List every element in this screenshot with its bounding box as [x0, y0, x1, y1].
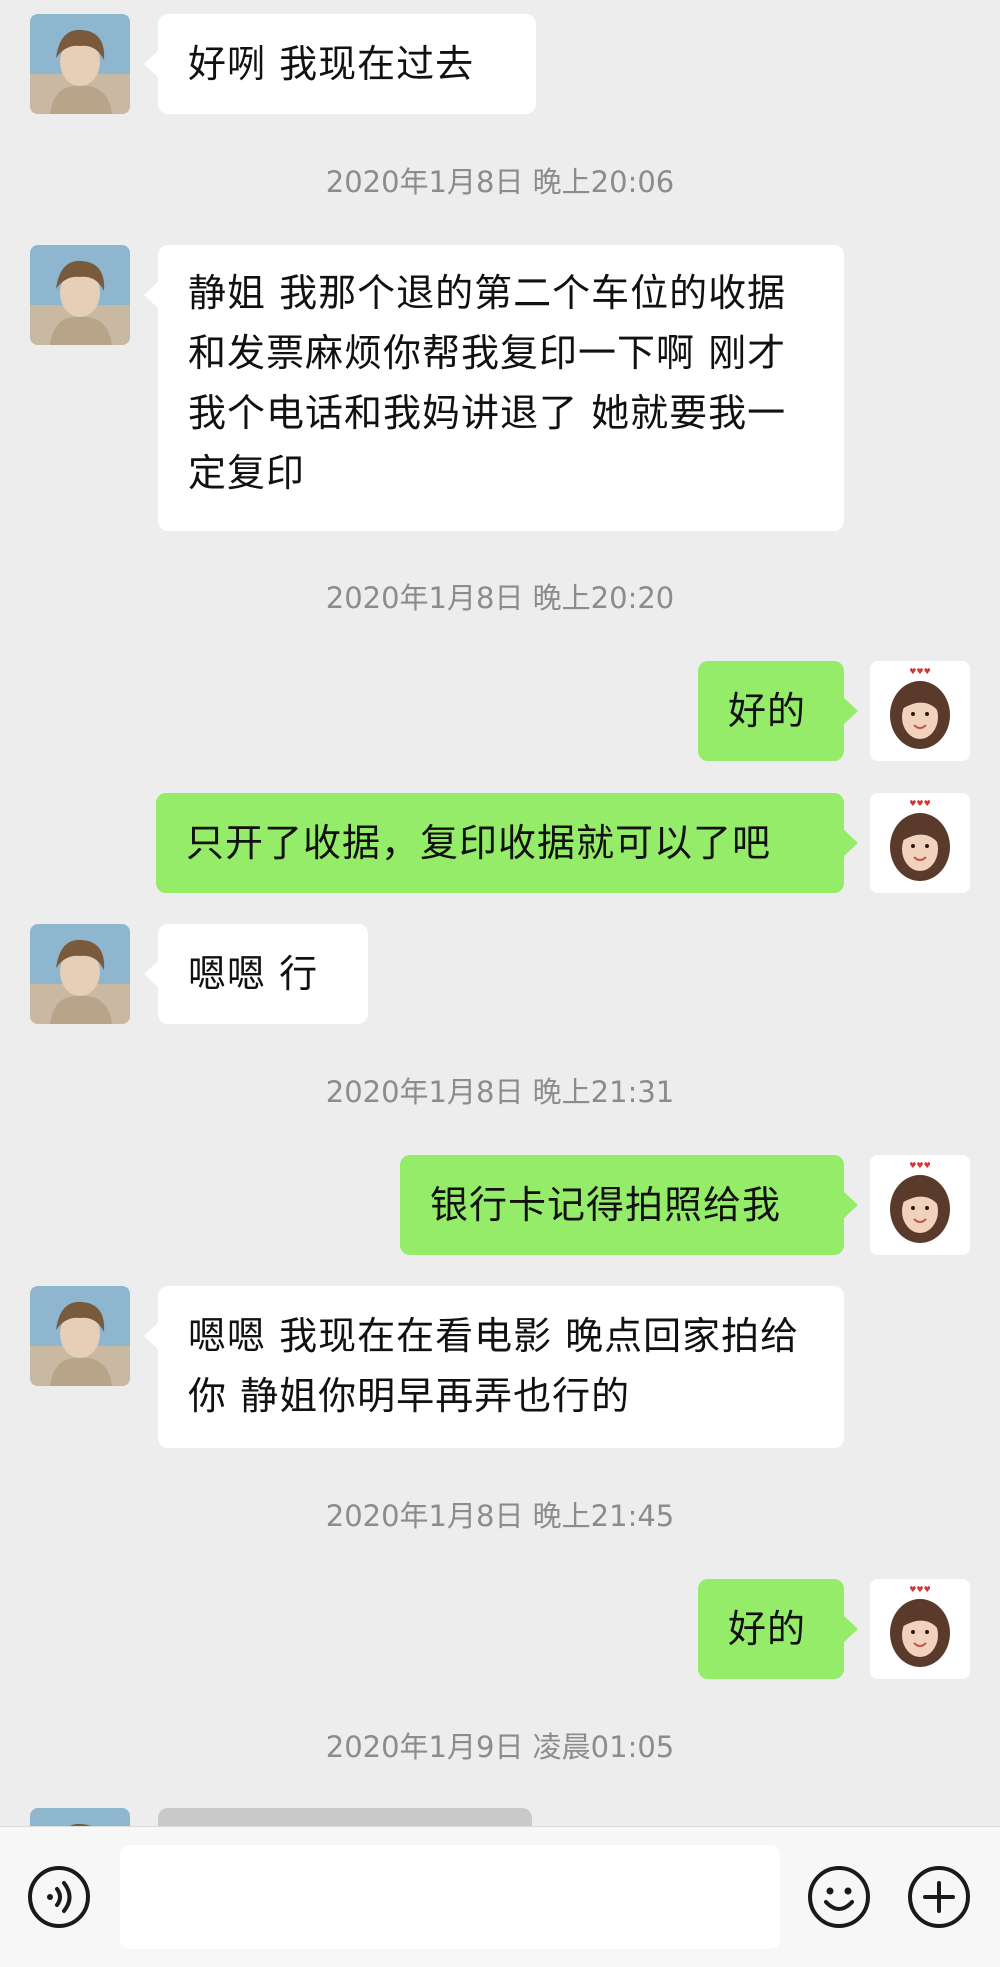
- message-bubble-incoming[interactable]: 嗯嗯 行: [144, 924, 368, 1024]
- svg-text:♥♥♥: ♥♥♥: [909, 667, 931, 676]
- message-bubble-outgoing[interactable]: 好的: [698, 1579, 858, 1679]
- chat-area[interactable]: 好咧 我现在过去 2020年1月8日 晚上20:06 静姐 我那个退的第二个车位…: [0, 0, 1000, 1826]
- male-avatar-icon: [30, 245, 130, 345]
- timestamp: 2020年1月8日 晚上20:06: [325, 165, 675, 199]
- voice-icon[interactable]: [26, 1864, 92, 1930]
- message-text: 只开了收据，复印收据就可以了吧: [186, 821, 772, 865]
- male-avatar-icon: [30, 1808, 130, 1826]
- message-text: 好的: [728, 689, 807, 733]
- female-avatar-icon: ♥♥♥: [870, 1155, 970, 1255]
- male-avatar-icon: [30, 924, 130, 1024]
- female-avatar-icon: ♥♥♥: [870, 1579, 970, 1679]
- timestamp: 2020年1月8日 晚上21:31: [325, 1075, 675, 1109]
- message-input[interactable]: [120, 1845, 780, 1949]
- message-bubble-outgoing[interactable]: 银行卡记得拍照给我: [400, 1155, 858, 1255]
- male-avatar-icon: [30, 14, 130, 114]
- message-bubble-incoming[interactable]: 好咧 我现在过去: [144, 14, 536, 114]
- image-message-preview[interactable]: [158, 1808, 532, 1826]
- message-text: 好的: [728, 1607, 807, 1651]
- my-avatar[interactable]: ♥♥♥: [870, 1579, 970, 1679]
- my-avatar[interactable]: ♥♥♥: [870, 793, 970, 893]
- svg-text:♥♥♥: ♥♥♥: [909, 799, 931, 808]
- contact-avatar[interactable]: [30, 14, 130, 114]
- message-text: 银行卡记得拍照给我: [430, 1183, 782, 1227]
- timestamp: 2020年1月8日 晚上21:45: [325, 1499, 675, 1533]
- contact-avatar[interactable]: [30, 1286, 130, 1386]
- timestamp: 2020年1月8日 晚上20:20: [325, 581, 675, 615]
- message-text: 嗯嗯 行: [188, 952, 319, 996]
- contact-avatar[interactable]: [30, 924, 130, 1024]
- message-bubble-incoming[interactable]: 静姐 我那个退的第二个车位的收据和发票麻烦你帮我复印一下啊 刚才我个电话和我妈讲…: [144, 245, 844, 531]
- message-bubble-outgoing[interactable]: 只开了收据，复印收据就可以了吧: [156, 793, 858, 893]
- contact-avatar[interactable]: [30, 1808, 130, 1826]
- female-avatar-icon: ♥♥♥: [870, 793, 970, 893]
- plus-icon[interactable]: [906, 1864, 972, 1930]
- male-avatar-icon: [30, 1286, 130, 1386]
- message-text: 好咧 我现在过去: [188, 42, 475, 86]
- my-avatar[interactable]: ♥♥♥: [870, 661, 970, 761]
- input-toolbar: [0, 1826, 1000, 1967]
- message-bubble-outgoing[interactable]: 好的: [698, 661, 858, 761]
- emoji-icon[interactable]: [806, 1864, 872, 1930]
- svg-text:♥♥♥: ♥♥♥: [909, 1161, 931, 1170]
- timestamp: 2020年1月9日 凌晨01:05: [325, 1730, 675, 1764]
- female-avatar-icon: ♥♥♥: [870, 661, 970, 761]
- contact-avatar[interactable]: [30, 245, 130, 345]
- message-text: 静姐 我那个退的第二个车位的收据和发票麻烦你帮我复印一下啊 刚才我个电话和我妈讲…: [188, 271, 787, 495]
- svg-text:♥♥♥: ♥♥♥: [909, 1585, 931, 1594]
- my-avatar[interactable]: ♥♥♥: [870, 1155, 970, 1255]
- message-text: 嗯嗯 我现在在看电影 晚点回家拍给你 静姐你明早再弄也行的: [188, 1314, 800, 1418]
- message-bubble-incoming[interactable]: 嗯嗯 我现在在看电影 晚点回家拍给你 静姐你明早再弄也行的: [144, 1286, 844, 1448]
